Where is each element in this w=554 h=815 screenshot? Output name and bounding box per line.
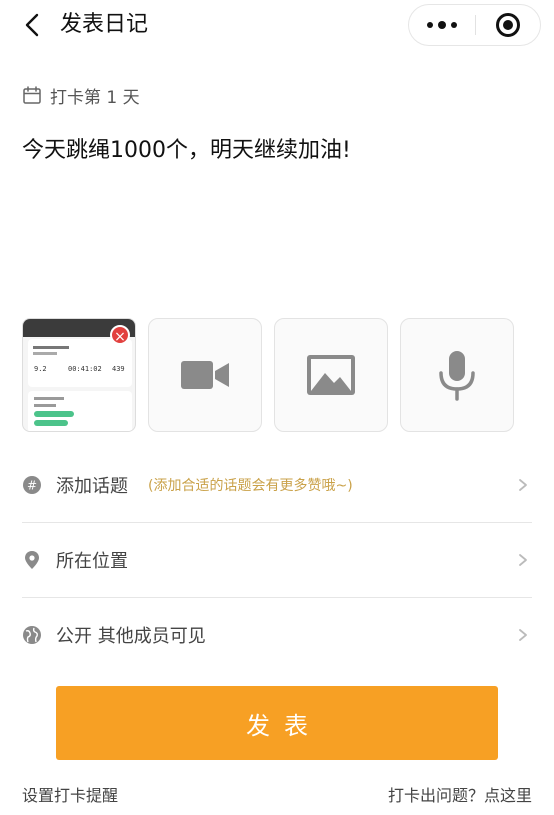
chevron-left-icon bbox=[25, 13, 39, 37]
thumbnail-card: 9.2 00:41:02 439 bbox=[28, 339, 132, 387]
location-row[interactable]: 所在位置 bbox=[22, 522, 532, 597]
mini-program-capsule bbox=[408, 4, 541, 46]
add-image-button[interactable] bbox=[274, 318, 388, 432]
chevron-right-icon bbox=[519, 554, 527, 566]
visibility-label: 公开 其他成员可见 bbox=[56, 625, 206, 647]
page-title: 发表日记 bbox=[60, 12, 149, 37]
add-voice-button[interactable] bbox=[400, 318, 514, 432]
media-attachments: 9.2 00:41:02 439 × bbox=[22, 318, 532, 434]
back-button[interactable] bbox=[18, 10, 48, 40]
globe-icon bbox=[22, 625, 42, 645]
svg-text:#: # bbox=[27, 478, 37, 492]
set-reminder-link[interactable]: 设置打卡提醒 bbox=[22, 782, 118, 806]
more-dots-icon bbox=[425, 21, 460, 29]
more-button[interactable] bbox=[409, 5, 475, 45]
add-topic-label: 添加话题 bbox=[56, 475, 128, 497]
add-video-button[interactable] bbox=[148, 318, 262, 432]
thumbnail-stat-1: 9.2 bbox=[34, 365, 47, 373]
checkin-day-text: 打卡第 1 天 bbox=[50, 87, 140, 108]
thumbnail-card-lower bbox=[28, 391, 132, 431]
thumbnail-stat-2: 00:41:02 bbox=[68, 365, 102, 373]
microphone-icon bbox=[439, 351, 475, 401]
delete-image-button[interactable]: × bbox=[110, 325, 130, 345]
calendar-icon bbox=[23, 86, 41, 104]
hashtag-icon: # bbox=[22, 475, 42, 495]
top-bar: 发表日记 bbox=[0, 0, 554, 52]
location-label: 所在位置 bbox=[56, 550, 128, 572]
chevron-right-icon bbox=[519, 479, 527, 491]
target-icon bbox=[496, 13, 520, 37]
add-topic-row[interactable]: # 添加话题 (添加合适的话题会有更多赞哦~) bbox=[22, 447, 532, 522]
chevron-right-icon bbox=[519, 629, 527, 641]
report-problem-link[interactable]: 打卡出问题？点这里 bbox=[388, 782, 532, 806]
checkin-day: 打卡第 1 天 bbox=[22, 82, 140, 108]
video-camera-icon bbox=[181, 361, 229, 389]
visibility-row[interactable]: 公开 其他成员可见 bbox=[22, 597, 532, 672]
location-pin-icon bbox=[22, 550, 42, 570]
close-icon: × bbox=[114, 329, 126, 345]
publish-button[interactable]: 发表 bbox=[56, 686, 498, 760]
attached-image-thumbnail[interactable]: 9.2 00:41:02 439 × bbox=[22, 318, 136, 432]
close-mini-program-button[interactable] bbox=[476, 5, 540, 45]
image-icon bbox=[307, 355, 355, 395]
diary-text-area[interactable]: 今天跳绳1000个，明天继续加油! bbox=[22, 134, 532, 168]
thumbnail-stat-3: 439 bbox=[112, 365, 125, 373]
add-topic-hint: (添加合适的话题会有更多赞哦~) bbox=[148, 477, 353, 494]
